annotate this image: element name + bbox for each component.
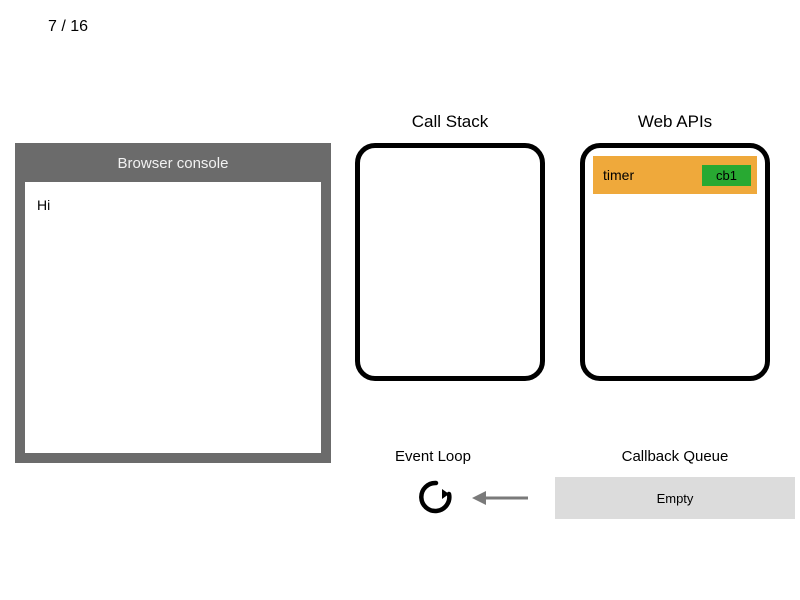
call-stack-box: [355, 143, 545, 381]
web-api-name: timer: [603, 167, 634, 183]
step-counter: 7 / 16: [48, 18, 88, 36]
callback-queue-status: Empty: [657, 491, 694, 506]
console-output: Hi: [25, 182, 321, 453]
console-line: Hi: [37, 197, 309, 213]
browser-console-panel: Browser console Hi: [15, 143, 331, 463]
web-api-item: timer cb1: [593, 156, 757, 194]
console-title: Browser console: [25, 143, 321, 182]
web-apis-box: timer cb1: [580, 143, 770, 381]
callback-queue-title: Callback Queue: [555, 448, 795, 465]
callback-queue-box: Empty: [555, 477, 795, 519]
callback-tag: cb1: [702, 165, 751, 186]
loop-icon: [419, 480, 453, 514]
event-loop-title: Event Loop: [363, 448, 503, 465]
web-apis-title: Web APIs: [580, 112, 770, 132]
arrow-left-icon: [472, 488, 528, 508]
call-stack-title: Call Stack: [355, 112, 545, 132]
